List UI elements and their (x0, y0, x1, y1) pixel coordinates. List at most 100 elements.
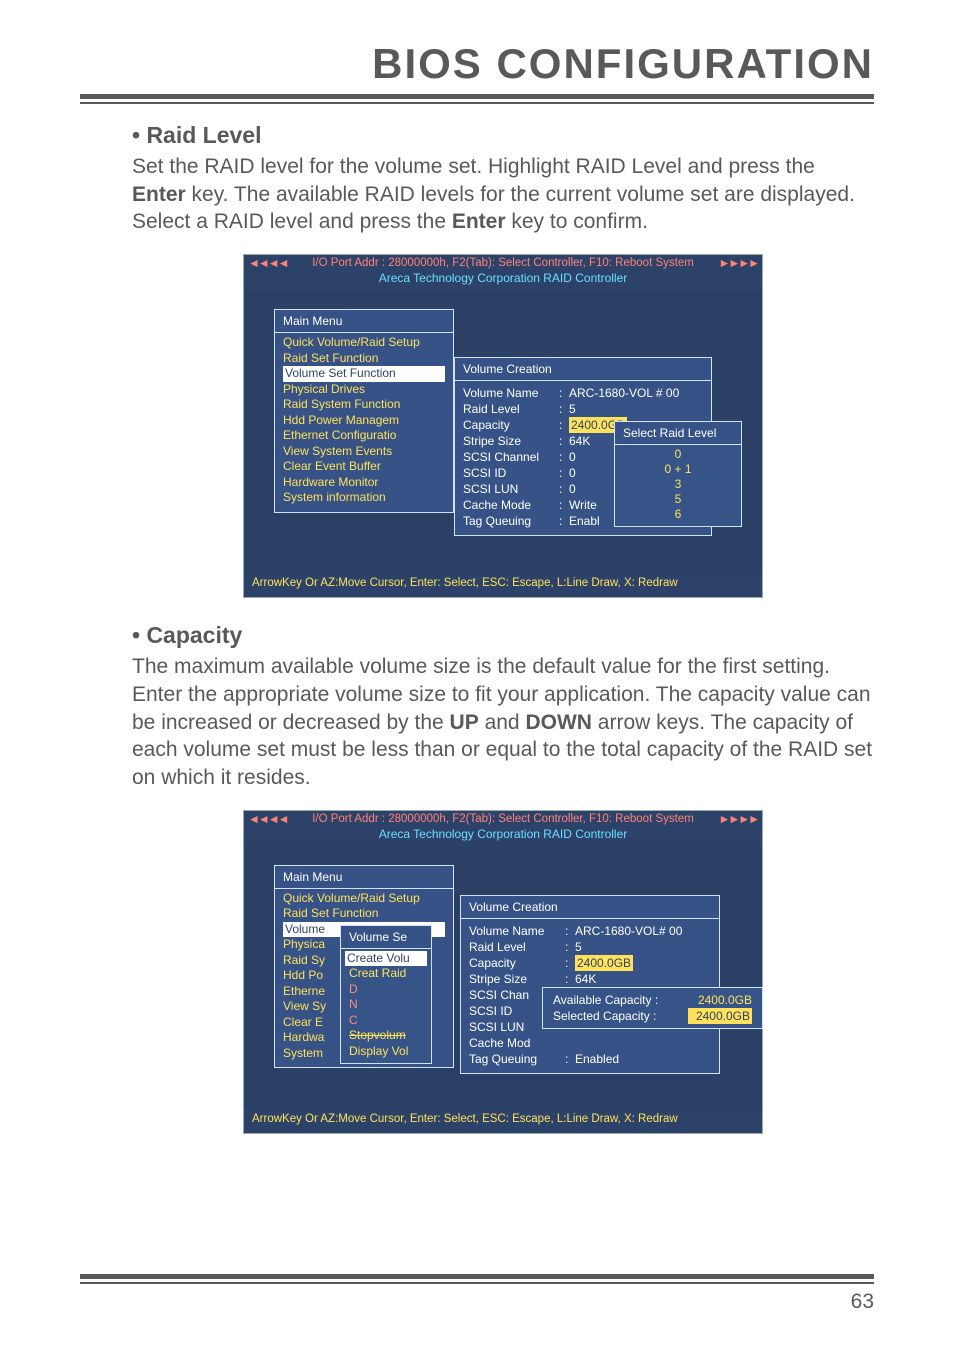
bios-top-text: I/O Port Addr : 28000000h, F2(Tab): Sele… (312, 257, 694, 269)
menu-item[interactable]: Raid System Function (283, 397, 445, 413)
paragraph-capacity: The maximum available volume size is the… (132, 653, 874, 792)
bios-footer: ArrowKey Or AZ:Move Cursor, Enter: Selec… (244, 1107, 762, 1133)
submenu-title: Volume Se (341, 926, 431, 949)
page-title: BIOS CONFIGURATION (80, 40, 874, 88)
bios-top-text: I/O Port Addr : 28000000h, F2(Tab): Sele… (312, 813, 694, 825)
value: 64K (569, 433, 590, 449)
page-number: 63 (80, 1290, 874, 1314)
submenu-item-selected[interactable]: Create Volu (345, 951, 427, 967)
key-enter: Enter (452, 210, 506, 233)
label: Available Capacity : (553, 992, 688, 1008)
volume-row-selected[interactable]: Capacity:2400.0GB (469, 955, 711, 971)
menu-item[interactable]: Ethernet Configuratio (283, 428, 445, 444)
label: Cache Mod (469, 1035, 565, 1051)
menu-item[interactable]: View System Events (283, 444, 445, 460)
heading-raid-level: • Raid Level (132, 122, 874, 149)
text: and (479, 711, 526, 734)
submenu-item[interactable]: N (341, 997, 431, 1013)
menu-item[interactable]: Hardware Monitor (283, 475, 445, 491)
value: 5 (575, 939, 582, 955)
submenu-item-disabled: Stopvolum (341, 1028, 431, 1044)
volume-row[interactable]: Tag Queuing:Enabled (469, 1051, 711, 1067)
label: Volume Name (469, 923, 565, 939)
available-capacity-row: Available Capacity : 2400.0GB (553, 992, 752, 1008)
label: Capacity (463, 417, 559, 433)
label: Raid Level (469, 939, 565, 955)
divider-thick (80, 94, 874, 99)
arrow-right-icon: ►►►► (718, 812, 758, 826)
raid-option[interactable]: 0 (625, 447, 731, 462)
value: 2400.0GB (688, 1008, 752, 1024)
volume-creation-panel: Volume Creation Volume Name:ARC-1680-VOL… (460, 895, 720, 1074)
submenu-item[interactable]: Creat Raid (341, 966, 431, 982)
text: key to confirm. (506, 210, 648, 233)
paragraph-raid-level: Set the RAID level for the volume set. H… (132, 153, 874, 236)
menu-item[interactable]: Hdd Power Managem (283, 413, 445, 429)
main-menu-title: Main Menu (275, 310, 453, 333)
label: Tag Queuing (469, 1051, 565, 1067)
bios-subbar: Areca Technology Corporation RAID Contro… (244, 827, 762, 847)
label: Volume Name (463, 385, 559, 401)
value: 2400.0GB (688, 992, 752, 1008)
label: Stripe Size (463, 433, 559, 449)
value: ARC-1680-VOL # 00 (569, 385, 679, 401)
arrow-left-icon: ◄◄◄◄ (248, 256, 288, 270)
volume-creation-title: Volume Creation (461, 896, 719, 919)
heading-capacity: • Capacity (132, 622, 874, 649)
bios-subbar: Areca Technology Corporation RAID Contro… (244, 271, 762, 291)
main-menu-panel: Main Menu Quick Volume/Raid Setup Raid S… (274, 309, 454, 513)
submenu-item[interactable]: D (341, 982, 431, 998)
raid-option[interactable]: 5 (625, 492, 731, 507)
value: ARC-1680-VOL# 00 (575, 923, 682, 939)
menu-item[interactable]: Raid Set Function (283, 351, 445, 367)
label: SCSI LUN (463, 481, 559, 497)
value: Write (569, 497, 597, 513)
menu-item[interactable]: Raid Set Function (283, 906, 445, 922)
submenu-item[interactable]: C (341, 1013, 431, 1029)
volume-row[interactable]: Raid Level:5 (463, 401, 703, 417)
key-enter: Enter (132, 183, 186, 206)
divider-thick (80, 1274, 874, 1279)
label: SCSI Channel (463, 449, 559, 465)
volume-set-submenu: Volume Se Create Volu Creat Raid D N C S… (340, 925, 432, 1065)
bios-screenshot-capacity: ◄◄◄◄ I/O Port Addr : 28000000h, F2(Tab):… (243, 810, 763, 1134)
label: Tag Queuing (463, 513, 559, 529)
menu-item[interactable]: System information (283, 490, 445, 506)
select-raid-level-popup: Select Raid Level 0 0 + 1 3 5 6 (614, 421, 742, 527)
menu-item[interactable]: Physical Drives (283, 382, 445, 398)
bios-footer: ArrowKey Or AZ:Move Cursor, Enter: Selec… (244, 571, 762, 597)
arrow-right-icon: ►►►► (718, 256, 758, 270)
submenu-item[interactable]: Display Vol (341, 1044, 431, 1060)
key-up: UP (450, 711, 479, 734)
volume-row[interactable]: Stripe Size:64K (469, 971, 711, 987)
raid-option[interactable]: 3 (625, 477, 731, 492)
menu-item-selected[interactable]: Volume Set Function (283, 366, 445, 382)
value: Enabled (575, 1051, 619, 1067)
menu-item[interactable]: Quick Volume/Raid Setup (283, 335, 445, 351)
bios-screenshot-raid-level: ◄◄◄◄ I/O Port Addr : 28000000h, F2(Tab):… (243, 254, 763, 598)
selected-capacity-row[interactable]: Selected Capacity : 2400.0GB (553, 1008, 752, 1024)
volume-row[interactable]: Raid Level:5 (469, 939, 711, 955)
menu-item[interactable]: Clear Event Buffer (283, 459, 445, 475)
value: 0 (569, 449, 576, 465)
volume-row[interactable]: Volume Name:ARC-1680-VOL # 00 (463, 385, 703, 401)
key-down: DOWN (525, 711, 592, 734)
volume-row[interactable]: Volume Name:ARC-1680-VOL# 00 (469, 923, 711, 939)
volume-row[interactable]: Cache Mod (469, 1035, 711, 1051)
label: Selected Capacity : (553, 1008, 688, 1024)
bios-topbar: ◄◄◄◄ I/O Port Addr : 28000000h, F2(Tab):… (244, 811, 762, 827)
label: Stripe Size (469, 971, 565, 987)
raid-option[interactable]: 0 + 1 (625, 462, 731, 477)
capacity-popup: Available Capacity : 2400.0GB Selected C… (542, 987, 763, 1029)
main-menu-title: Main Menu (275, 866, 453, 889)
value: 5 (569, 401, 576, 417)
value: 0 (569, 465, 576, 481)
menu-item[interactable]: Quick Volume/Raid Setup (283, 891, 445, 907)
popup-title: Select Raid Level (615, 422, 741, 445)
arrow-left-icon: ◄◄◄◄ (248, 812, 288, 826)
divider-thin (80, 1282, 874, 1284)
value: 64K (575, 971, 596, 987)
raid-option[interactable]: 6 (625, 507, 731, 522)
value: 2400.0GB (575, 955, 633, 971)
label: SCSI ID (463, 465, 559, 481)
